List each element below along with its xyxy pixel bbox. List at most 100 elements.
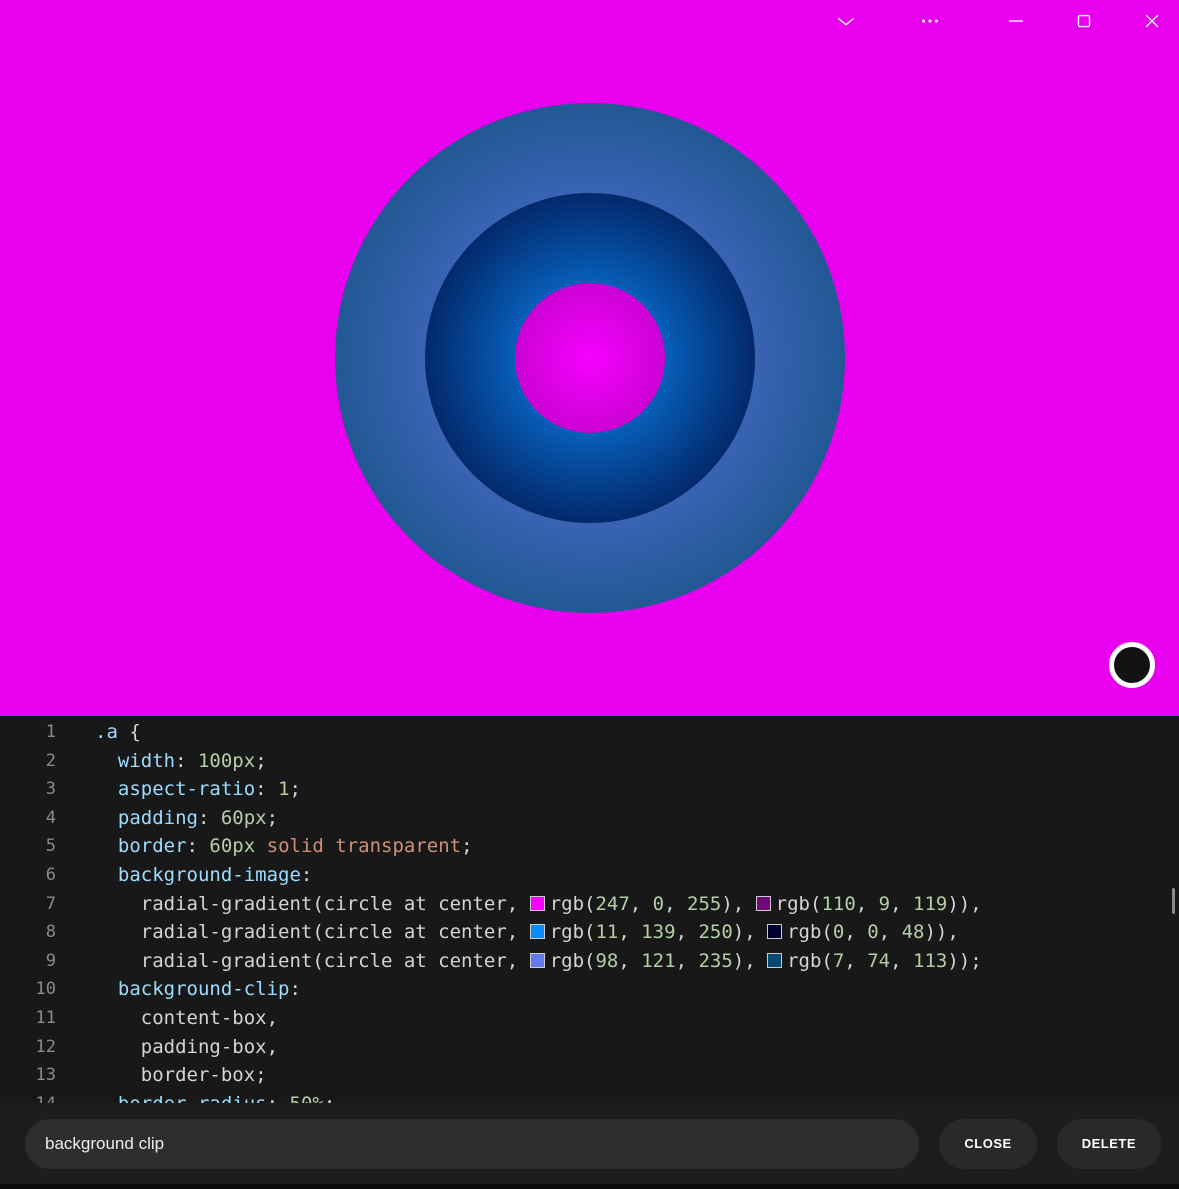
code-token: , [879,921,902,943]
code-token: 235 [698,950,732,972]
code-token: solid [267,835,324,857]
footer-bar: CLOSE DELETE [0,1103,1179,1189]
code-token: 110 [821,893,855,915]
line-number: 5 [0,832,56,861]
code-token: background-image [118,864,301,886]
code-token: : [198,807,221,829]
code-token: , [664,893,687,915]
code-token: : [175,750,198,772]
line-number: 8 [0,918,56,947]
code-token: ), [733,921,767,943]
code-token: aspect-ratio [118,778,255,800]
code-token: 11 [595,921,618,943]
line-number: 2 [0,747,56,776]
preview-area [0,0,1179,716]
code-token: , [676,950,699,972]
line-number: 10 [0,975,56,1004]
color-swatch[interactable] [767,924,782,939]
code-token: 98 [595,950,618,972]
window-controls [835,10,1163,32]
code-text: radial-gradient(circle at center, rgb( 11… [95,918,959,947]
code-token: 50% [290,1093,324,1103]
code-token: : [187,835,210,857]
code-token: ; [324,1093,335,1103]
code-token: , [618,950,641,972]
code-token: 255 [687,893,721,915]
code-token: radial-gradient(circle at center, [95,893,530,915]
color-swatch[interactable] [530,924,545,939]
line-number: 13 [0,1061,56,1090]
code-token [95,978,118,1000]
scrollbar-thumb[interactable] [1172,888,1175,914]
code-lines: 1.a {2 width: 100px;3 aspect-ratio: 1;4 … [0,718,1179,1103]
search-input[interactable] [25,1119,919,1169]
delete-button[interactable]: DELETE [1057,1119,1161,1169]
code-token: border-radius [118,1093,267,1103]
close-icon[interactable] [1141,10,1163,32]
code-token: 247 [595,893,629,915]
color-swatch[interactable] [756,896,771,911]
code-token: )), [924,921,958,943]
code-text: background-image: [95,861,312,890]
minimize-icon[interactable] [1005,10,1027,32]
code-token: rgb( [550,893,596,915]
line-number: 9 [0,947,56,976]
code-token [95,750,118,772]
code-line: 7 radial-gradient(circle at center, rgb(… [0,890,1179,919]
code-token: , [630,893,653,915]
code-token: 9 [879,893,890,915]
code-line: 4 padding: 60px; [0,804,1179,833]
more-icon[interactable] [919,10,941,32]
code-token: 119 [913,893,947,915]
code-token: 60px [209,835,255,857]
code-token: ; [461,835,472,857]
code-token: 121 [641,950,675,972]
maximize-icon[interactable] [1073,10,1095,32]
code-token: radial-gradient(circle at center, [95,921,530,943]
code-line: 13 border-box; [0,1061,1179,1090]
app-window: 1.a {2 width: 100px;3 aspect-ratio: 1;4 … [0,0,1179,1189]
line-number: 6 [0,861,56,890]
code-token: rgb( [787,950,833,972]
color-swatch[interactable] [767,953,782,968]
record-button[interactable] [1109,642,1155,688]
color-swatch[interactable] [530,953,545,968]
close-button[interactable]: CLOSE [939,1119,1036,1169]
code-editor[interactable]: 1.a {2 width: 100px;3 aspect-ratio: 1;4 … [0,716,1179,1103]
code-token: content-box, [95,1007,278,1029]
line-number: 4 [0,804,56,833]
code-token: rgb( [787,921,833,943]
code-text: border-radius: 50%; [95,1090,335,1103]
code-token: 48 [902,921,925,943]
code-token: ), [721,893,755,915]
code-text: content-box, [95,1004,278,1033]
code-token [95,807,118,829]
line-number: 1 [0,718,56,747]
code-token [95,864,118,886]
code-token: : [289,978,300,1000]
code-token: : [301,864,312,886]
code-token: padding-box, [95,1036,278,1058]
color-swatch[interactable] [530,896,545,911]
code-token: 60px [221,807,267,829]
code-token: , [676,921,699,943]
code-token: rgb( [550,950,596,972]
demo-circle [335,103,845,613]
code-text: background-clip: [95,975,301,1004]
code-token: ; [267,807,278,829]
line-number: 12 [0,1033,56,1062]
code-token: 7 [833,950,844,972]
code-token: ; [255,750,266,772]
code-token: , [856,893,879,915]
code-token: padding [118,807,198,829]
line-number: 14 [0,1090,56,1103]
code-token: radial-gradient(circle at center, [95,950,530,972]
code-text: radial-gradient(circle at center, rgb(24… [95,890,982,919]
code-line: 1 .a { [0,718,1179,747]
code-text: .a { [95,718,141,747]
code-line: 10 background-clip: [0,975,1179,1004]
code-token: )); [947,950,981,972]
code-token: 113 [913,950,947,972]
chevron-down-icon[interactable] [835,10,857,32]
code-text: padding-box, [95,1033,278,1062]
